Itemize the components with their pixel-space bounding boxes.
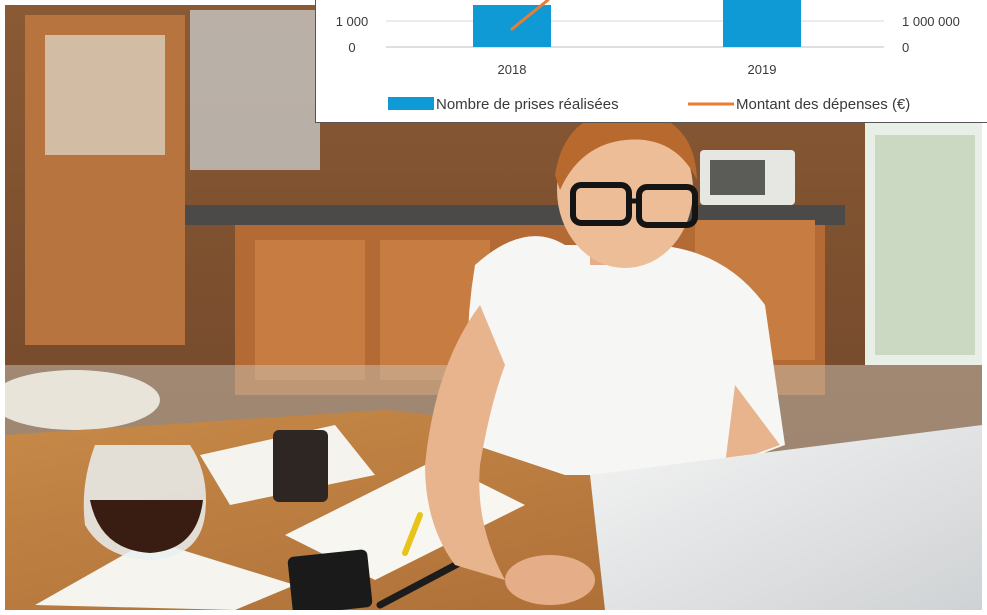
window-left xyxy=(190,10,320,170)
combo-chart: 1 000 0 1 000 000 0 2018 2019 Nombre de … xyxy=(336,0,960,113)
category-label-2019: 2019 xyxy=(748,62,777,77)
legend-label-depenses: Montant des dépenses (€) xyxy=(736,96,910,113)
smartphone xyxy=(287,549,373,610)
right-axis-tick-0: 0 xyxy=(902,40,909,55)
bar-2018 xyxy=(473,5,551,47)
left-axis-tick-1000: 1 000 xyxy=(336,14,369,29)
category-label-2018: 2018 xyxy=(498,62,527,77)
coffee-mug xyxy=(273,430,328,502)
right-axis-tick-1000000: 1 000 000 xyxy=(902,14,960,29)
bar-2019 xyxy=(723,0,801,47)
legend-label-prises: Nombre de prises réalisées xyxy=(436,96,619,113)
left-axis-tick-0: 0 xyxy=(348,40,355,55)
chart-panel: 1 000 0 1 000 000 0 2018 2019 Nombre de … xyxy=(315,0,987,123)
legend-swatch-bar xyxy=(388,97,434,110)
